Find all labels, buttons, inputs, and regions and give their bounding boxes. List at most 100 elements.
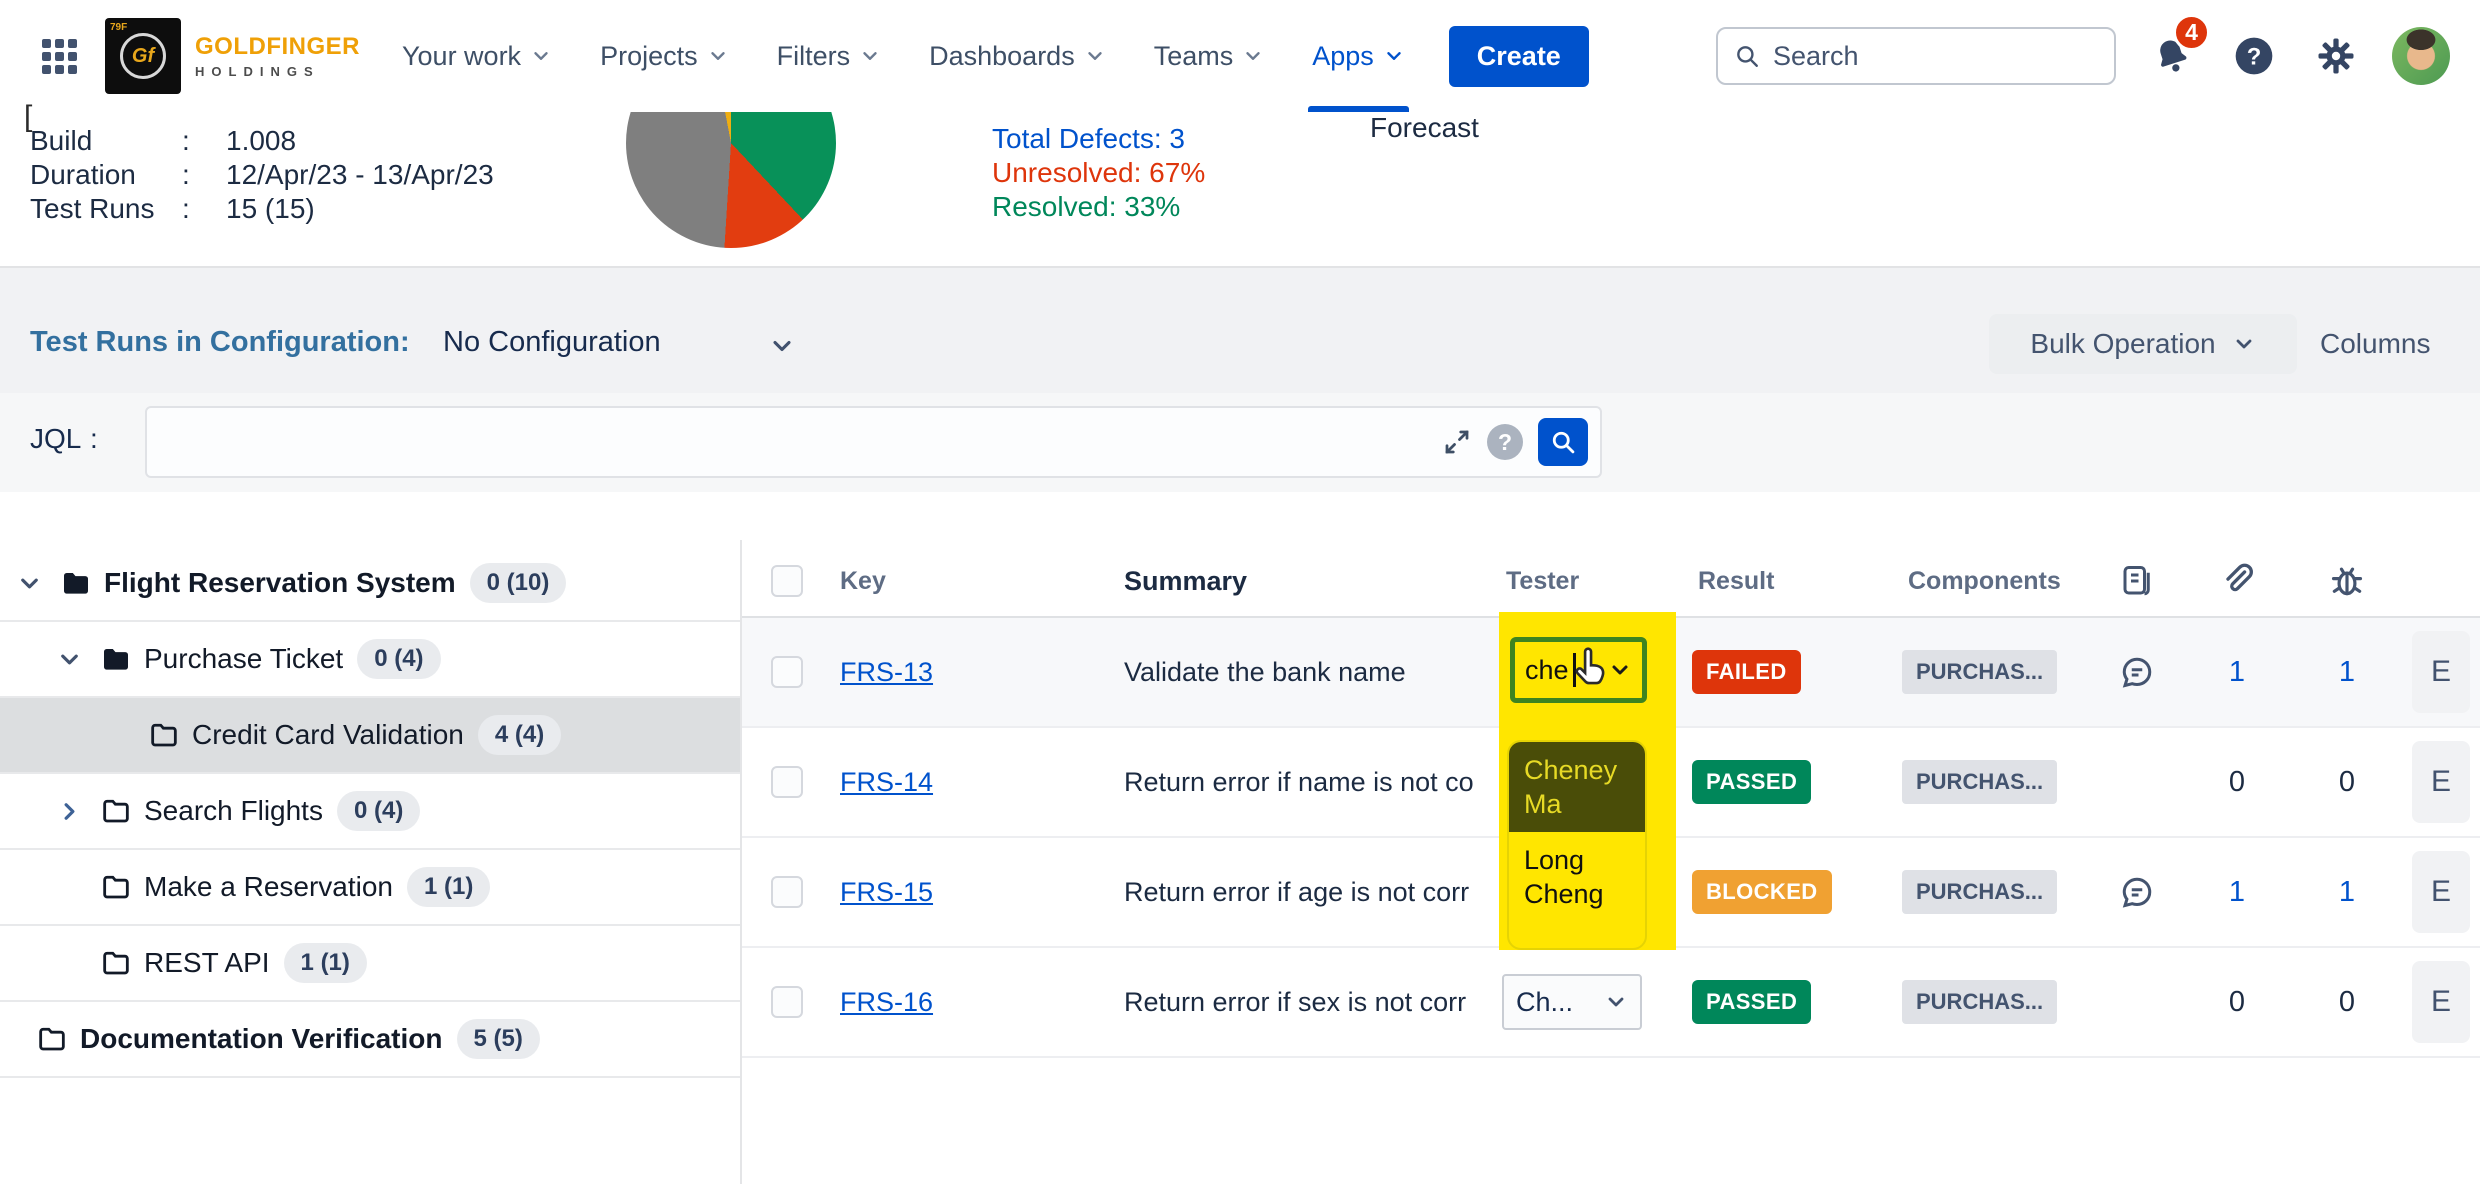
tree-item-label: Credit Card Validation xyxy=(192,719,464,751)
header-key[interactable]: Key xyxy=(832,567,1112,596)
nav-item-label: Apps xyxy=(1312,41,1374,72)
jql-search-button[interactable] xyxy=(1538,418,1588,466)
table-row-frs-16: FRS-16 Return error if sex is not corr C… xyxy=(742,948,2480,1058)
defects-summary: Total Defects: 3 Unresolved: 67% Resolve… xyxy=(992,122,1205,224)
row-checkbox[interactable] xyxy=(771,766,803,798)
chevron-down-icon xyxy=(1084,45,1106,67)
tree-item-label: Flight Reservation System xyxy=(104,567,456,599)
chevron-right-icon[interactable] xyxy=(56,798,100,825)
defect-count[interactable]: 0 xyxy=(2292,986,2402,1019)
result-badge: PASSED xyxy=(1692,980,1811,1024)
header-tester[interactable]: Tester xyxy=(1502,567,1692,596)
chevron-down-icon[interactable] xyxy=(56,646,100,673)
row-checkbox[interactable] xyxy=(771,876,803,908)
build-info-label: Build xyxy=(30,124,182,158)
folder-outline-icon xyxy=(100,947,144,979)
tree-item-documentation-verification[interactable]: Documentation Verification 5 (5) xyxy=(0,1002,740,1078)
tree-item-badge: 5 (5) xyxy=(457,1019,540,1059)
tester-option-long-cheng[interactable]: Long Cheng xyxy=(1509,832,1645,922)
tree-item-badge: 4 (4) xyxy=(478,715,561,755)
comment-icon[interactable] xyxy=(2119,874,2155,910)
brand-logo[interactable]: 79F Gf GOLDFINGER HOLDINGS xyxy=(105,18,360,94)
execute-button[interactable]: E xyxy=(2412,631,2470,713)
issue-key-link[interactable]: FRS-15 xyxy=(840,877,933,908)
row-checkbox[interactable] xyxy=(771,656,803,688)
defect-count[interactable]: 0 xyxy=(2292,766,2402,799)
build-info-value: 15 (15) xyxy=(226,192,494,226)
attachment-count[interactable]: 1 xyxy=(2182,876,2292,909)
app-grid-icon[interactable] xyxy=(42,39,77,74)
row-checkbox[interactable] xyxy=(771,986,803,1018)
notifications-button[interactable]: 4 xyxy=(2146,30,2198,82)
notes-icon[interactable] xyxy=(2092,563,2182,599)
attachment-count[interactable]: 0 xyxy=(2182,766,2292,799)
attachment-count[interactable]: 0 xyxy=(2182,986,2292,1019)
tree-item-purchase-ticket[interactable]: Purchase Ticket 0 (4) xyxy=(0,622,740,698)
tree-item-flight-reservation-system[interactable]: Flight Reservation System 0 (10) xyxy=(0,546,740,622)
select-all-checkbox[interactable] xyxy=(771,565,803,597)
component-chip: PURCHAS... xyxy=(1902,650,2057,694)
table-header-row: Key Summary Tester Result Components xyxy=(742,546,2480,618)
chevron-down-icon[interactable] xyxy=(1608,658,1632,682)
help-button[interactable]: ? xyxy=(2228,30,2280,82)
chevron-down-icon xyxy=(707,45,729,67)
chevron-down-icon[interactable] xyxy=(768,332,796,360)
jql-input[interactable]: ? xyxy=(145,406,1602,478)
tester-option-cheney-ma[interactable]: Cheney Ma xyxy=(1509,742,1645,832)
search-placeholder: Search xyxy=(1773,41,1859,72)
tree-item-search-flights[interactable]: Search Flights 0 (4) xyxy=(0,774,740,850)
settings-button[interactable] xyxy=(2310,30,2362,82)
build-info-value: 1.008 xyxy=(226,124,494,158)
comment-icon[interactable] xyxy=(2119,654,2155,690)
columns-button[interactable]: Columns xyxy=(2320,328,2430,360)
execute-button[interactable]: E xyxy=(2412,851,2470,933)
paperclip-icon[interactable] xyxy=(2182,562,2292,600)
folder-outline-icon xyxy=(100,795,144,827)
folder-outline-icon xyxy=(148,719,192,751)
nav-item-filters[interactable]: Filters xyxy=(777,0,882,112)
build-info-label: Duration xyxy=(30,158,182,192)
jql-input-value[interactable] xyxy=(159,408,1427,476)
user-avatar[interactable] xyxy=(2392,27,2450,85)
build-info-value: 12/Apr/23 - 13/Apr/23 xyxy=(226,158,494,192)
header-result[interactable]: Result xyxy=(1692,567,1902,596)
tree-item-label: Documentation Verification xyxy=(80,1023,443,1055)
config-bar-title: Test Runs in Configuration: xyxy=(30,326,410,359)
nav-item-apps[interactable]: Apps xyxy=(1312,0,1405,112)
configuration-dropdown[interactable]: No Configuration xyxy=(443,326,661,359)
bug-icon[interactable] xyxy=(2292,562,2402,600)
tester-select[interactable]: Ch... xyxy=(1502,974,1642,1030)
header-summary[interactable]: Summary xyxy=(1112,566,1502,597)
issue-key-link[interactable]: FRS-13 xyxy=(840,657,933,688)
execute-button[interactable]: E xyxy=(2412,741,2470,823)
header-components[interactable]: Components xyxy=(1902,567,2092,596)
nav-item-teams[interactable]: Teams xyxy=(1154,0,1265,112)
nav-item-projects[interactable]: Projects xyxy=(600,0,729,112)
defect-count[interactable]: 1 xyxy=(2292,656,2402,689)
hand-cursor-icon xyxy=(1569,646,1611,688)
expand-icon[interactable] xyxy=(1442,427,1472,457)
chevron-down-icon[interactable] xyxy=(16,570,60,597)
nav-item-label: Filters xyxy=(777,41,851,72)
attachment-count[interactable]: 1 xyxy=(2182,656,2292,689)
defect-count[interactable]: 1 xyxy=(2292,876,2402,909)
svg-text:?: ? xyxy=(2247,43,2262,70)
search-icon xyxy=(1549,428,1577,456)
tree-item-label: REST API xyxy=(144,947,270,979)
tree-item-badge: 0 (10) xyxy=(470,563,567,603)
issue-key-link[interactable]: FRS-16 xyxy=(840,987,933,1018)
nav-item-dashboards[interactable]: Dashboards xyxy=(929,0,1106,112)
issue-key-link[interactable]: FRS-14 xyxy=(840,767,933,798)
bulk-operation-button[interactable]: Bulk Operation xyxy=(1989,314,2297,374)
global-search-input[interactable]: Search xyxy=(1716,27,2116,85)
component-chip: PURCHAS... xyxy=(1902,760,2057,804)
execute-button[interactable]: E xyxy=(2412,961,2470,1043)
nav-item-your-work[interactable]: Your work xyxy=(402,0,552,112)
tree-item-credit-card-validation[interactable]: Credit Card Validation 4 (4) xyxy=(0,698,740,774)
tree-item-rest-api[interactable]: REST API 1 (1) xyxy=(0,926,740,1002)
tree-item-make-a-reservation[interactable]: Make a Reservation 1 (1) xyxy=(0,850,740,926)
jql-help-button[interactable]: ? xyxy=(1487,424,1523,460)
logo-monogram: Gf xyxy=(120,33,166,79)
build-info-label: Test Runs xyxy=(30,192,182,226)
create-button[interactable]: Create xyxy=(1449,26,1589,87)
